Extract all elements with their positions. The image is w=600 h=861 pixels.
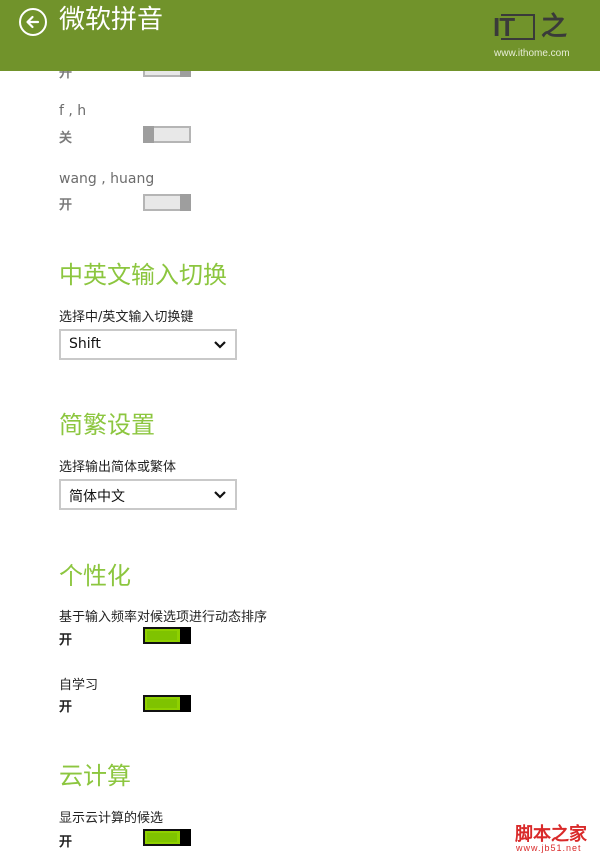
chevron-down-icon xyxy=(214,341,226,349)
fh-toggle[interactable] xyxy=(143,126,191,143)
fuzzy-item-label: f , h xyxy=(59,103,87,119)
logo-it-text: IT xyxy=(493,12,515,42)
toggle-knob xyxy=(143,126,154,143)
lang-switch-label: 选择中/英文输入切换键 xyxy=(59,310,194,325)
toggle-fill xyxy=(147,833,177,842)
toggle-fill xyxy=(147,699,177,708)
select-value: 简体中文 xyxy=(69,489,125,505)
ithome-url: www.ithome.com xyxy=(494,48,570,59)
wang-huang-toggle[interactable] xyxy=(143,194,191,211)
section-title-simp-trad: 简繁设置 xyxy=(59,411,155,439)
toggle-state-label: 开 xyxy=(59,700,73,715)
self-learning-label: 自学习 xyxy=(59,678,99,693)
dynamic-sort-toggle[interactable] xyxy=(143,627,191,644)
chevron-down-icon xyxy=(214,491,226,499)
section-title-personalization: 个性化 xyxy=(59,562,131,590)
toggle-knob xyxy=(180,695,191,712)
simp-trad-label: 选择输出简体或繁体 xyxy=(59,460,177,475)
toggle-state-label: 开 xyxy=(59,633,73,648)
fuzzy-item-label: wang , huang xyxy=(59,171,155,187)
back-arrow-icon xyxy=(26,15,40,29)
jb51-url: www.jb51.net xyxy=(516,843,582,853)
select-value: Shift xyxy=(69,336,101,352)
ithome-logo: IT 之 xyxy=(493,12,579,42)
toggle-state-label: 关 xyxy=(59,131,73,146)
toggle-knob xyxy=(180,627,191,644)
toggle-state-label: 开 xyxy=(59,835,73,850)
back-button[interactable] xyxy=(19,8,47,36)
section-title-cloud: 云计算 xyxy=(59,762,131,790)
section-title-lang-switch: 中英文输入切换 xyxy=(59,261,227,289)
self-learning-toggle[interactable] xyxy=(143,695,191,712)
toggle-knob xyxy=(180,829,191,846)
toggle-fill xyxy=(147,631,177,640)
app-header: 微软拼音 IT 之 www.ithome.com xyxy=(0,0,600,71)
simp-trad-select[interactable]: 简体中文 xyxy=(59,479,237,510)
toggle-state-label: 开 xyxy=(59,198,73,213)
cloud-candidates-label: 显示云计算的候选 xyxy=(59,811,164,826)
dynamic-sort-label: 基于输入频率对候选项进行动态排序 xyxy=(59,610,268,625)
cloud-candidates-toggle[interactable] xyxy=(143,829,191,846)
toggle-knob xyxy=(180,194,191,211)
logo-zhi-text: 之 xyxy=(541,12,568,42)
lang-switch-select[interactable]: Shift xyxy=(59,329,237,360)
page-title: 微软拼音 xyxy=(59,5,164,35)
